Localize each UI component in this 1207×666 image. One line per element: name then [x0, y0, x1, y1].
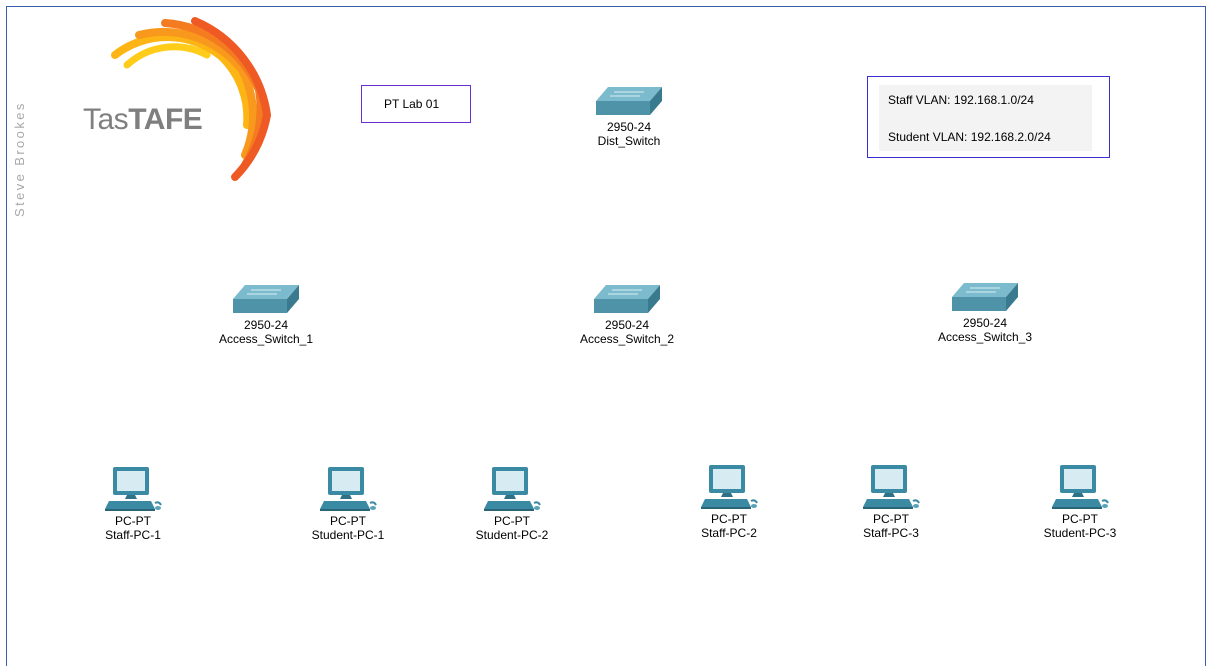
tastafe-logo-arcs	[111, 17, 272, 181]
pc-model-label: PC-PT	[873, 512, 909, 526]
switch-icon	[233, 285, 299, 313]
pc-name-label: Student-PC-1	[311, 528, 385, 542]
switch-name-label: Access_Switch_2	[579, 332, 675, 346]
tastafe-logo-text: TasTAFE	[83, 103, 203, 136]
pc-student-3[interactable]: PC-PT Student-PC-3	[1025, 463, 1135, 540]
author-watermark: Steve Brookes	[12, 101, 27, 217]
switch-model-label: 2950-24	[604, 318, 650, 332]
switch-access-3[interactable]: 2950-24 Access_Switch_3	[925, 281, 1045, 344]
pc-staff-2[interactable]: PC-PT Staff-PC-2	[674, 463, 784, 540]
switch-model-label: 2950-24	[962, 316, 1008, 330]
pc-icon	[105, 467, 162, 511]
pc-icon	[701, 465, 758, 509]
switch-name-label: Dist_Switch	[597, 134, 661, 148]
pc-staff-1[interactable]: PC-PT Staff-PC-1	[78, 465, 188, 542]
pc-name-label: Student-PC-3	[1043, 526, 1117, 540]
vlan-info-note[interactable]: Staff VLAN: 192.168.1.0/24 Student VLAN:…	[867, 76, 1110, 158]
pc-staff-3[interactable]: PC-PT Staff-PC-3	[836, 463, 946, 540]
student-vlan-label: Student VLAN: 192.168.2.0/24	[888, 130, 1051, 144]
pc-name-label: Student-PC-2	[475, 528, 549, 542]
pc-icon	[320, 467, 377, 511]
switch-name-label: Access_Switch_1	[218, 332, 314, 346]
switch-dist[interactable]: 2950-24 Dist_Switch	[569, 85, 689, 148]
switch-access-1[interactable]: 2950-24 Access_Switch_1	[206, 283, 326, 346]
lab-title-note[interactable]: PT Lab 01	[361, 85, 471, 123]
topology-workspace[interactable]: Steve Brookes TasTAFE PT Lab 01 Staff VL…	[6, 6, 1206, 666]
pc-model-label: PC-PT	[1062, 512, 1098, 526]
pc-model-label: PC-PT	[711, 512, 747, 526]
switch-model-label: 2950-24	[606, 120, 652, 134]
switch-icon	[596, 87, 662, 115]
pc-model-label: PC-PT	[330, 514, 366, 528]
staff-vlan-label: Staff VLAN: 192.168.1.0/24	[888, 93, 1034, 107]
pc-name-label: Staff-PC-3	[863, 526, 919, 540]
pc-icon	[1052, 465, 1109, 509]
pc-icon	[863, 465, 920, 509]
pc-model-label: PC-PT	[115, 514, 151, 528]
pc-icon	[484, 467, 541, 511]
switch-icon	[594, 285, 660, 313]
switch-icon	[952, 283, 1018, 311]
pc-student-2[interactable]: PC-PT Student-PC-2	[457, 465, 567, 542]
pc-name-label: Staff-PC-2	[701, 526, 757, 540]
pc-model-label: PC-PT	[494, 514, 530, 528]
pc-name-label: Staff-PC-1	[105, 528, 161, 542]
switch-access-2[interactable]: 2950-24 Access_Switch_2	[567, 283, 687, 346]
pc-student-1[interactable]: PC-PT Student-PC-1	[293, 465, 403, 542]
switch-name-label: Access_Switch_3	[937, 330, 1033, 344]
switch-model-label: 2950-24	[243, 318, 289, 332]
